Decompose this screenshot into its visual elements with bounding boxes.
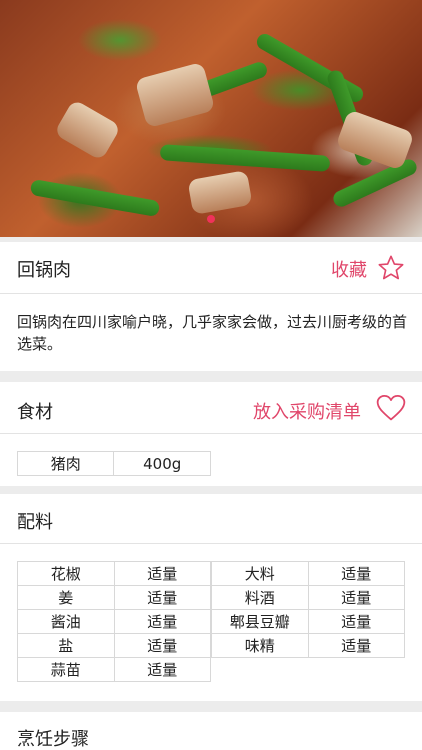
seasoning-name: 花椒 bbox=[17, 561, 115, 586]
seasoning-amount: 适量 bbox=[113, 561, 211, 586]
photo-detail bbox=[187, 170, 253, 215]
seasoning-name: 酱油 bbox=[17, 609, 115, 634]
divider bbox=[0, 293, 422, 294]
heart-icon[interactable] bbox=[375, 394, 407, 422]
seasoning-amount: 适量 bbox=[113, 633, 211, 658]
steps-title: 烹饪步骤 bbox=[17, 729, 89, 750]
table-row: 大料 适量 bbox=[211, 561, 405, 586]
divider bbox=[0, 543, 422, 544]
table-row: 味精 适量 bbox=[211, 633, 405, 658]
seasoning-name: 盐 bbox=[17, 633, 115, 658]
photo-detail bbox=[134, 61, 216, 129]
seasoning-name: 蒜苗 bbox=[17, 657, 115, 682]
table-row: 郫县豆瓣 适量 bbox=[211, 609, 405, 634]
seasoning-amount: 适量 bbox=[307, 633, 405, 658]
photo-detail bbox=[335, 109, 415, 171]
table-row: 盐 适量 bbox=[17, 633, 211, 658]
ingredients-title: 食材 bbox=[17, 402, 53, 423]
dish-name: 回锅肉 bbox=[17, 260, 71, 281]
photo-detail bbox=[159, 144, 331, 172]
seasoning-name: 大料 bbox=[211, 561, 309, 586]
add-to-shopping-list-label[interactable]: 放入采购清单 bbox=[253, 398, 361, 424]
star-icon[interactable] bbox=[377, 254, 405, 282]
table-row: 蒜苗 适量 bbox=[17, 657, 211, 682]
table-row: 酱油 适量 bbox=[17, 609, 211, 634]
seasonings-card: 配料 花椒 适量 姜 适量 酱油 适量 盐 适量 蒜苗 适量 大料 适量 料酒 bbox=[0, 494, 422, 701]
steps-card: 烹饪步骤 bbox=[0, 712, 422, 750]
dish-card: 回锅肉 收藏 回锅肉在四川家喻户晓，几乎家家会做，过去川厨考级的首选菜。 bbox=[0, 242, 422, 371]
photo-detail bbox=[29, 178, 161, 218]
table-row: 猪肉 400g bbox=[16, 451, 211, 476]
table-row: 姜 适量 bbox=[17, 585, 211, 610]
seasonings-title: 配料 bbox=[17, 512, 53, 533]
seasoning-amount: 适量 bbox=[307, 585, 405, 610]
divider bbox=[0, 433, 422, 434]
ingredient-amount: 400g bbox=[113, 451, 211, 476]
seasoning-amount: 适量 bbox=[307, 609, 405, 634]
ingredients-table: 猪肉 400g bbox=[16, 451, 211, 476]
favorite-button-label[interactable]: 收藏 bbox=[331, 256, 367, 282]
seasoning-name: 料酒 bbox=[211, 585, 309, 610]
seasoning-amount: 适量 bbox=[113, 609, 211, 634]
seasoning-name: 味精 bbox=[211, 633, 309, 658]
table-row: 料酒 适量 bbox=[211, 585, 405, 610]
seasoning-amount: 适量 bbox=[307, 561, 405, 586]
ingredient-name: 猪肉 bbox=[16, 451, 115, 476]
photo-detail bbox=[330, 156, 420, 210]
dish-photo[interactable] bbox=[0, 0, 422, 237]
seasoning-name: 姜 bbox=[17, 585, 115, 610]
seasoning-amount: 适量 bbox=[113, 585, 211, 610]
ingredients-card: 食材 放入采购清单 猪肉 400g bbox=[0, 382, 422, 486]
dish-description: 回锅肉在四川家喻户晓，几乎家家会做，过去川厨考级的首选菜。 bbox=[17, 313, 408, 353]
carousel-indicator[interactable] bbox=[207, 215, 215, 223]
table-row: 花椒 适量 bbox=[17, 561, 211, 586]
seasonings-table-left: 花椒 适量 姜 适量 酱油 适量 盐 适量 蒜苗 适量 bbox=[17, 561, 211, 682]
seasoning-name: 郫县豆瓣 bbox=[211, 609, 309, 634]
seasonings-table-right: 大料 适量 料酒 适量 郫县豆瓣 适量 味精 适量 bbox=[211, 561, 405, 658]
seasoning-amount: 适量 bbox=[113, 657, 211, 682]
photo-detail bbox=[53, 98, 122, 162]
